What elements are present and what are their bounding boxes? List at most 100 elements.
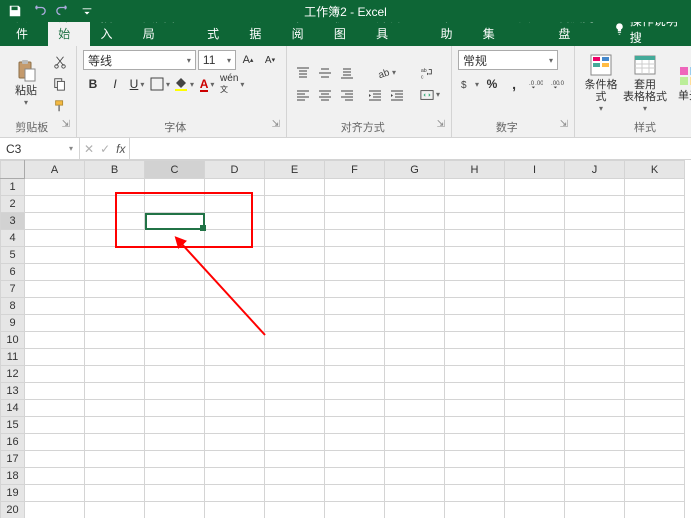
cell-J20[interactable] bbox=[565, 502, 625, 518]
cell-K16[interactable] bbox=[625, 434, 685, 451]
cell-C9[interactable] bbox=[145, 315, 205, 332]
cell-H9[interactable] bbox=[445, 315, 505, 332]
cell-I3[interactable] bbox=[505, 213, 565, 230]
cell-C12[interactable] bbox=[145, 366, 205, 383]
cell-F7[interactable] bbox=[325, 281, 385, 298]
cell-H8[interactable] bbox=[445, 298, 505, 315]
cell-J11[interactable] bbox=[565, 349, 625, 366]
cell-I2[interactable] bbox=[505, 196, 565, 213]
cell-H12[interactable] bbox=[445, 366, 505, 383]
cell-D16[interactable] bbox=[205, 434, 265, 451]
cell-E18[interactable] bbox=[265, 468, 325, 485]
cell-E15[interactable] bbox=[265, 417, 325, 434]
fill-color-button[interactable] bbox=[173, 74, 195, 94]
cell-E10[interactable] bbox=[265, 332, 325, 349]
cell-C17[interactable] bbox=[145, 451, 205, 468]
cell-H11[interactable] bbox=[445, 349, 505, 366]
cell-B6[interactable] bbox=[85, 264, 145, 281]
cell-H20[interactable] bbox=[445, 502, 505, 518]
cell-F9[interactable] bbox=[325, 315, 385, 332]
row-header-13[interactable]: 13 bbox=[1, 383, 25, 400]
cell-B9[interactable] bbox=[85, 315, 145, 332]
cell-G5[interactable] bbox=[385, 247, 445, 264]
cell-G6[interactable] bbox=[385, 264, 445, 281]
cell-A7[interactable] bbox=[25, 281, 85, 298]
cell-F14[interactable] bbox=[325, 400, 385, 417]
cell-I20[interactable] bbox=[505, 502, 565, 518]
cell-B11[interactable] bbox=[85, 349, 145, 366]
cell-H13[interactable] bbox=[445, 383, 505, 400]
cell-C2[interactable] bbox=[145, 196, 205, 213]
cell-B14[interactable] bbox=[85, 400, 145, 417]
format-as-table-button[interactable]: 套用 表格格式 ▾ bbox=[625, 53, 665, 114]
cell-C8[interactable] bbox=[145, 298, 205, 315]
row-header-15[interactable]: 15 bbox=[1, 417, 25, 434]
cell-E5[interactable] bbox=[265, 247, 325, 264]
underline-button[interactable]: U bbox=[127, 74, 147, 94]
cell-A1[interactable] bbox=[25, 179, 85, 196]
cell-I10[interactable] bbox=[505, 332, 565, 349]
column-header-C[interactable]: C bbox=[145, 161, 205, 179]
cell-G18[interactable] bbox=[385, 468, 445, 485]
cell-J8[interactable] bbox=[565, 298, 625, 315]
cell-J3[interactable] bbox=[565, 213, 625, 230]
cell-J6[interactable] bbox=[565, 264, 625, 281]
cell-E13[interactable] bbox=[265, 383, 325, 400]
cell-A9[interactable] bbox=[25, 315, 85, 332]
cell-E11[interactable] bbox=[265, 349, 325, 366]
cell-K6[interactable] bbox=[625, 264, 685, 281]
cell-E3[interactable] bbox=[265, 213, 325, 230]
copy-button[interactable] bbox=[50, 74, 70, 94]
cell-H1[interactable] bbox=[445, 179, 505, 196]
row-header-19[interactable]: 19 bbox=[1, 485, 25, 502]
cell-K20[interactable] bbox=[625, 502, 685, 518]
cell-K19[interactable] bbox=[625, 485, 685, 502]
column-header-E[interactable]: E bbox=[265, 161, 325, 179]
cell-E1[interactable] bbox=[265, 179, 325, 196]
cell-F18[interactable] bbox=[325, 468, 385, 485]
font-launcher[interactable]: ⇲ bbox=[272, 119, 280, 130]
align-center-button[interactable] bbox=[315, 85, 335, 105]
cell-C20[interactable] bbox=[145, 502, 205, 518]
cell-D3[interactable] bbox=[205, 213, 265, 230]
number-launcher[interactable]: ⇲ bbox=[560, 119, 568, 130]
cell-D12[interactable] bbox=[205, 366, 265, 383]
cell-J1[interactable] bbox=[565, 179, 625, 196]
wrap-text-button[interactable]: abc bbox=[415, 63, 439, 83]
cell-G19[interactable] bbox=[385, 485, 445, 502]
cell-A6[interactable] bbox=[25, 264, 85, 281]
cell-A10[interactable] bbox=[25, 332, 85, 349]
row-header-7[interactable]: 7 bbox=[1, 281, 25, 298]
cell-A17[interactable] bbox=[25, 451, 85, 468]
cell-D8[interactable] bbox=[205, 298, 265, 315]
cell-styles-button[interactable]: 单元 bbox=[669, 64, 691, 102]
cell-G10[interactable] bbox=[385, 332, 445, 349]
row-header-12[interactable]: 12 bbox=[1, 366, 25, 383]
column-header-H[interactable]: H bbox=[445, 161, 505, 179]
cell-E14[interactable] bbox=[265, 400, 325, 417]
cell-J16[interactable] bbox=[565, 434, 625, 451]
cell-J19[interactable] bbox=[565, 485, 625, 502]
cell-H6[interactable] bbox=[445, 264, 505, 281]
cell-I8[interactable] bbox=[505, 298, 565, 315]
cell-C6[interactable] bbox=[145, 264, 205, 281]
cell-B2[interactable] bbox=[85, 196, 145, 213]
undo-button[interactable] bbox=[28, 2, 50, 20]
cell-G16[interactable] bbox=[385, 434, 445, 451]
cell-A8[interactable] bbox=[25, 298, 85, 315]
cell-E7[interactable] bbox=[265, 281, 325, 298]
enter-formula-button[interactable]: ✓ bbox=[100, 142, 110, 156]
cell-H17[interactable] bbox=[445, 451, 505, 468]
decrease-indent-button[interactable] bbox=[365, 85, 385, 105]
cell-C10[interactable] bbox=[145, 332, 205, 349]
cell-K13[interactable] bbox=[625, 383, 685, 400]
row-header-8[interactable]: 8 bbox=[1, 298, 25, 315]
cell-G2[interactable] bbox=[385, 196, 445, 213]
cell-J18[interactable] bbox=[565, 468, 625, 485]
cell-E2[interactable] bbox=[265, 196, 325, 213]
column-header-J[interactable]: J bbox=[565, 161, 625, 179]
cell-A16[interactable] bbox=[25, 434, 85, 451]
cell-A11[interactable] bbox=[25, 349, 85, 366]
cell-I18[interactable] bbox=[505, 468, 565, 485]
cell-G20[interactable] bbox=[385, 502, 445, 518]
